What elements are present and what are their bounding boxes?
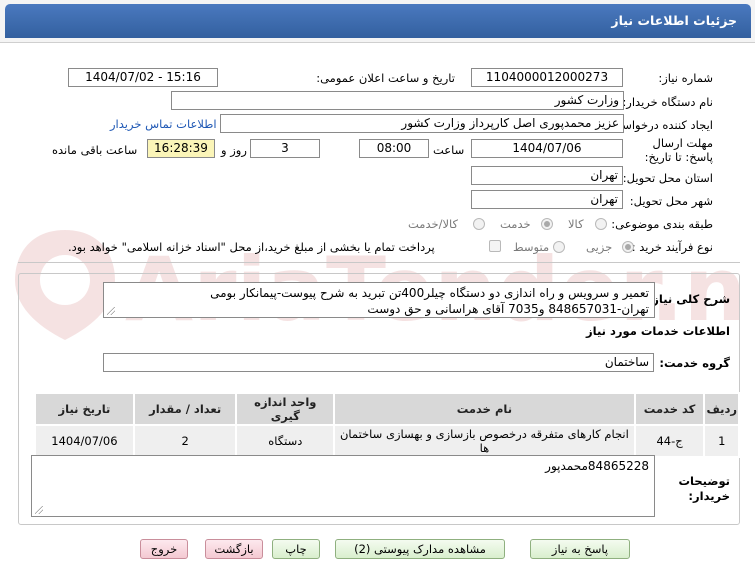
- category-label: طبقه بندی موضوعی:: [611, 217, 713, 231]
- category-option-service: خدمت: [500, 217, 531, 231]
- category-radio-goods-service[interactable]: [473, 218, 485, 230]
- divider: [18, 262, 740, 263]
- treasury-checkbox[interactable]: [489, 240, 501, 252]
- process-radio-minor[interactable]: [622, 241, 634, 253]
- buyer-notes-textarea[interactable]: 84865228محمدپور: [31, 455, 655, 517]
- window-titlebar: جزئیات اطلاعات نیاز: [0, 0, 755, 43]
- cell-service-name: انجام کارهای متفرقه درخصوص بازسازی و بهس…: [333, 424, 636, 458]
- buyer-org-field[interactable]: وزارت کشور: [171, 91, 624, 110]
- city-label: شهر محل تحویل:: [629, 194, 713, 208]
- deadline-date-field[interactable]: 1404/07/06: [471, 139, 623, 158]
- province-label: استان محل تحویل:: [622, 171, 713, 185]
- col-service-code: کد خدمت: [633, 392, 706, 426]
- days-field[interactable]: 3: [250, 139, 320, 158]
- cell-quantity: 2: [132, 424, 238, 458]
- cell-service-code: ج-44: [633, 424, 706, 458]
- category-option-goods-service: کالا/خدمت: [408, 217, 459, 231]
- deadline-time-field[interactable]: 08:00: [359, 139, 429, 158]
- buyer-org-label: نام دستگاه خریدار:: [622, 95, 713, 109]
- col-row-number: ردیف: [703, 392, 740, 426]
- category-radio-service[interactable]: [541, 218, 553, 230]
- need-number-label: شماره نیاز:: [658, 71, 713, 85]
- resize-grip-icon[interactable]: [35, 506, 43, 514]
- announce-datetime-field[interactable]: 1404/07/02 - 15:16: [68, 68, 218, 87]
- title-panel: جزئیات اطلاعات نیاز: [5, 4, 751, 38]
- table-row: 1 ج-44 انجام کارهای متفرقه درخصوص بازساز…: [34, 424, 740, 458]
- print-button[interactable]: چاپ: [272, 539, 320, 559]
- remaining-time-field: 16:28:39: [147, 139, 215, 158]
- process-radio-medium[interactable]: [553, 241, 565, 253]
- buyer-notes-label: توضیحات خریدار:: [678, 474, 731, 503]
- process-option-medium: متوسط: [513, 240, 550, 254]
- description-text: تعمیر و سرویس و راه اندازی دو دستگاه چیل…: [210, 286, 649, 316]
- description-textarea[interactable]: تعمیر و سرویس و راه اندازی دو دستگاه چیل…: [103, 282, 655, 318]
- creator-field[interactable]: عزیز محمدپوری اصل کارپرداز وزارت کشور: [220, 114, 624, 133]
- back-button[interactable]: بازگشت: [205, 539, 263, 559]
- cell-need-date: 1404/07/06: [34, 424, 135, 458]
- remaining-label: ساعت باقی مانده: [52, 143, 138, 157]
- col-need-date: تاریخ نیاز: [34, 392, 135, 426]
- announce-label: تاریخ و ساعت اعلان عمومی:: [316, 71, 455, 85]
- city-field[interactable]: تهران: [471, 190, 623, 209]
- description-label: شرح کلی نیاز:: [647, 292, 730, 306]
- service-group-field[interactable]: ساختمان: [103, 353, 654, 372]
- table-header-row: ردیف کد خدمت نام خدمت واحد اندازه گیری ت…: [34, 392, 740, 426]
- contact-buyer-link[interactable]: اطلاعات تماس خریدار: [110, 117, 217, 131]
- col-quantity: تعداد / مقدار: [132, 392, 238, 426]
- cell-unit: دستگاه: [235, 424, 336, 458]
- category-option-goods: کالا: [568, 217, 584, 231]
- reply-button[interactable]: پاسخ به نیاز: [530, 539, 630, 559]
- buyer-notes-text: 84865228محمدپور: [545, 459, 649, 473]
- window-title: جزئیات اطلاعات نیاز: [611, 13, 737, 28]
- services-section-title: اطلاعات خدمات مورد نیاز: [586, 324, 730, 338]
- services-table: ردیف کد خدمت نام خدمت واحد اندازه گیری ت…: [34, 392, 740, 458]
- col-service-name: نام خدمت: [333, 392, 636, 426]
- exit-button[interactable]: خروج: [140, 539, 188, 559]
- province-field[interactable]: تهران: [471, 166, 623, 185]
- service-group-label: گروه خدمت:: [659, 356, 730, 370]
- resize-grip-icon[interactable]: [107, 307, 115, 315]
- category-radio-goods[interactable]: [595, 218, 607, 230]
- col-unit: واحد اندازه گیری: [235, 392, 336, 426]
- process-label: نوع فرآیند خرید :: [631, 240, 713, 254]
- need-number-field[interactable]: 1104000012000273: [471, 68, 623, 87]
- days-label: روز و: [221, 143, 247, 157]
- cell-row-number: 1: [703, 424, 740, 458]
- process-option-minor: جزیی: [586, 240, 613, 254]
- payment-note: پرداخت تمام یا بخشی از مبلغ خرید،از محل …: [68, 240, 435, 254]
- deadline-time-label: ساعت: [433, 143, 465, 157]
- attachments-button[interactable]: مشاهده مدارک پیوستی (2): [335, 539, 505, 559]
- deadline-label: مهلت ارسال پاسخ: تا تاریخ:: [644, 136, 713, 164]
